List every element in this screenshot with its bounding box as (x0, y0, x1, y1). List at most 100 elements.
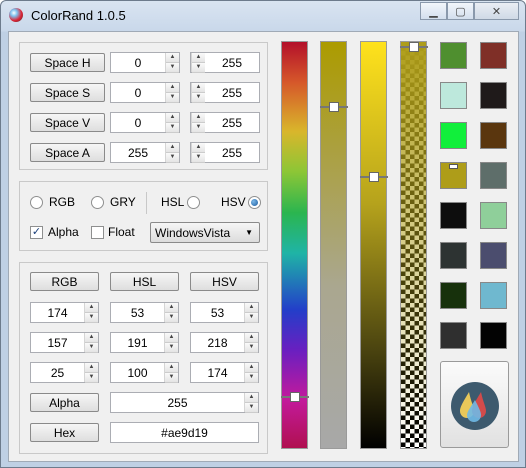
space-a-min-spinner[interactable]: ▲ ▼ (165, 143, 179, 163)
hsv-v-field[interactable]: 174 ▲ ▼ (190, 362, 259, 383)
hsl-header-button[interactable]: HSL (110, 272, 179, 291)
color-swatch[interactable] (440, 122, 467, 149)
color-swatch[interactable] (480, 242, 507, 269)
hsl-h-spinner[interactable]: ▲ ▼ (164, 303, 178, 323)
space-s-min-spinner[interactable]: ▲ ▼ (165, 83, 179, 103)
value-slider-handle[interactable] (360, 171, 388, 182)
color-swatch[interactable] (440, 322, 467, 349)
rgb-header-button[interactable]: RGB (30, 272, 99, 291)
alpha-button[interactable]: Alpha (30, 393, 99, 412)
hue-slider-handle[interactable] (281, 391, 309, 402)
color-swatch[interactable] (480, 322, 507, 349)
space-h-max-value: 255 (221, 55, 243, 70)
alpha-checkbox[interactable]: ✓ (30, 226, 43, 239)
rgb-r-spinner[interactable]: ▲ ▼ (84, 303, 98, 323)
space-a-min-field[interactable]: 255 ▲ ▼ (110, 142, 180, 163)
minimize-button[interactable]: ▁ (420, 2, 447, 20)
color-swatch[interactable] (480, 42, 507, 69)
space-h-max-field[interactable]: ▲ ▼ 255 (190, 52, 260, 73)
hue-slider[interactable] (281, 41, 309, 449)
hsv-s-value: 218 (207, 335, 228, 350)
space-h-min-spinner[interactable]: ▲ ▼ (165, 53, 179, 73)
space-v-min-field[interactable]: 0 ▲ ▼ (110, 112, 180, 133)
space-v-min-value: 0 (134, 115, 142, 130)
float-checkbox[interactable] (91, 226, 104, 239)
space-a-button[interactable]: Space A (30, 143, 105, 162)
rgb-b-spinner[interactable]: ▲ ▼ (84, 363, 98, 383)
hsl-s-value: 191 (127, 335, 148, 350)
space-a-max-spinner[interactable]: ▲ ▼ (191, 143, 205, 163)
space-h-button[interactable]: Space H (30, 53, 105, 72)
gry-radio[interactable] (91, 196, 104, 209)
alpha-value-field[interactable]: 255 ▲ ▼ (110, 392, 259, 413)
hsv-h-field[interactable]: 53 ▲ ▼ (190, 302, 259, 323)
style-dropdown[interactable]: WindowsVista ▼ (150, 222, 260, 243)
space-s-max-value: 255 (221, 85, 243, 100)
space-a-max-field[interactable]: ▲ ▼ 255 (190, 142, 260, 163)
hsl-h-field[interactable]: 53 ▲ ▼ (110, 302, 179, 323)
hsv-h-spinner[interactable]: ▲ ▼ (244, 303, 258, 323)
space-v-button[interactable]: Space V (30, 113, 105, 132)
rgb-r-value: 174 (47, 305, 68, 320)
hsv-v-value: 174 (207, 365, 228, 380)
space-s-max-spinner[interactable]: ▲ ▼ (191, 83, 205, 103)
space-a-max-value: 255 (221, 145, 243, 160)
value-slider[interactable] (360, 41, 388, 449)
hsl-h-value: 53 (130, 305, 145, 320)
space-h-min-value: 0 (134, 55, 142, 70)
rgb-g-field[interactable]: 157 ▲ ▼ (30, 332, 99, 353)
alpha-value-spinner[interactable]: ▲ ▼ (244, 393, 258, 413)
color-swatch[interactable] (480, 162, 507, 189)
color-swatch[interactable] (480, 202, 507, 229)
color-swatch[interactable] (480, 82, 507, 109)
hsv-s-field[interactable]: 218 ▲ ▼ (190, 332, 259, 353)
client-area: Space H 0 ▲ ▼ ▲ ▼ 255 Space S 0 ▲ ▼ ▲ ▼ 255 Spac… (8, 31, 519, 462)
space-s-min-value: 0 (134, 85, 142, 100)
hsv-v-spinner[interactable]: ▲ ▼ (244, 363, 258, 383)
space-v-max-field[interactable]: ▲ ▼ 255 (190, 112, 260, 133)
hsv-header-button[interactable]: HSV (190, 272, 259, 291)
hex-button[interactable]: Hex (30, 423, 99, 442)
color-swatch[interactable] (480, 122, 507, 149)
hsl-radio[interactable] (187, 196, 200, 209)
space-v-max-spinner[interactable]: ▲ ▼ (191, 113, 205, 133)
rgb-r-field[interactable]: 174 ▲ ▼ (30, 302, 99, 323)
space-s-button[interactable]: Space S (30, 83, 105, 102)
close-button[interactable]: ✕ (474, 2, 519, 20)
maximize-button[interactable]: ▢ (447, 2, 474, 20)
saturation-slider[interactable] (320, 41, 348, 449)
hsl-l-spinner[interactable]: ▲ ▼ (164, 363, 178, 383)
rgb-b-field[interactable]: 25 ▲ ▼ (30, 362, 99, 383)
color-swatch[interactable] (440, 42, 467, 69)
alpha-slider[interactable] (400, 41, 428, 449)
space-v-max-value: 255 (221, 115, 243, 130)
space-v-min-spinner[interactable]: ▲ ▼ (165, 113, 179, 133)
rgb-g-spinner[interactable]: ▲ ▼ (84, 333, 98, 353)
color-swatch[interactable] (440, 162, 467, 189)
alpha-value: 255 (167, 395, 188, 410)
close-icon: ✕ (491, 5, 502, 18)
color-swatch[interactable] (440, 282, 467, 309)
hsl-s-spinner[interactable]: ▲ ▼ (164, 333, 178, 353)
space-s-min-field[interactable]: 0 ▲ ▼ (110, 82, 180, 103)
hex-field[interactable]: #ae9d19 (110, 422, 259, 443)
hsl-l-field[interactable]: 100 ▲ ▼ (110, 362, 179, 383)
space-range-group: Space H 0 ▲ ▼ ▲ ▼ 255 Space S 0 ▲ ▼ ▲ ▼ 255 Spac… (19, 42, 268, 170)
color-swatch[interactable] (440, 242, 467, 269)
gry-label: GRY (110, 195, 136, 209)
randomize-button[interactable] (440, 361, 509, 448)
hsv-label: HSV (221, 195, 246, 209)
hsl-s-field[interactable]: 191 ▲ ▼ (110, 332, 179, 353)
space-s-max-field[interactable]: ▲ ▼ 255 (190, 82, 260, 103)
color-swatch[interactable] (480, 282, 507, 309)
hsv-radio[interactable] (248, 196, 261, 209)
saturation-slider-handle[interactable] (320, 102, 348, 113)
rgb-radio[interactable] (30, 196, 43, 209)
space-h-max-spinner[interactable]: ▲ ▼ (191, 53, 205, 73)
color-swatch[interactable] (440, 82, 467, 109)
color-drops-icon (451, 382, 499, 430)
space-h-min-field[interactable]: 0 ▲ ▼ (110, 52, 180, 73)
hsv-s-spinner[interactable]: ▲ ▼ (244, 333, 258, 353)
color-swatch[interactable] (440, 202, 467, 229)
alpha-slider-handle[interactable] (400, 42, 428, 52)
